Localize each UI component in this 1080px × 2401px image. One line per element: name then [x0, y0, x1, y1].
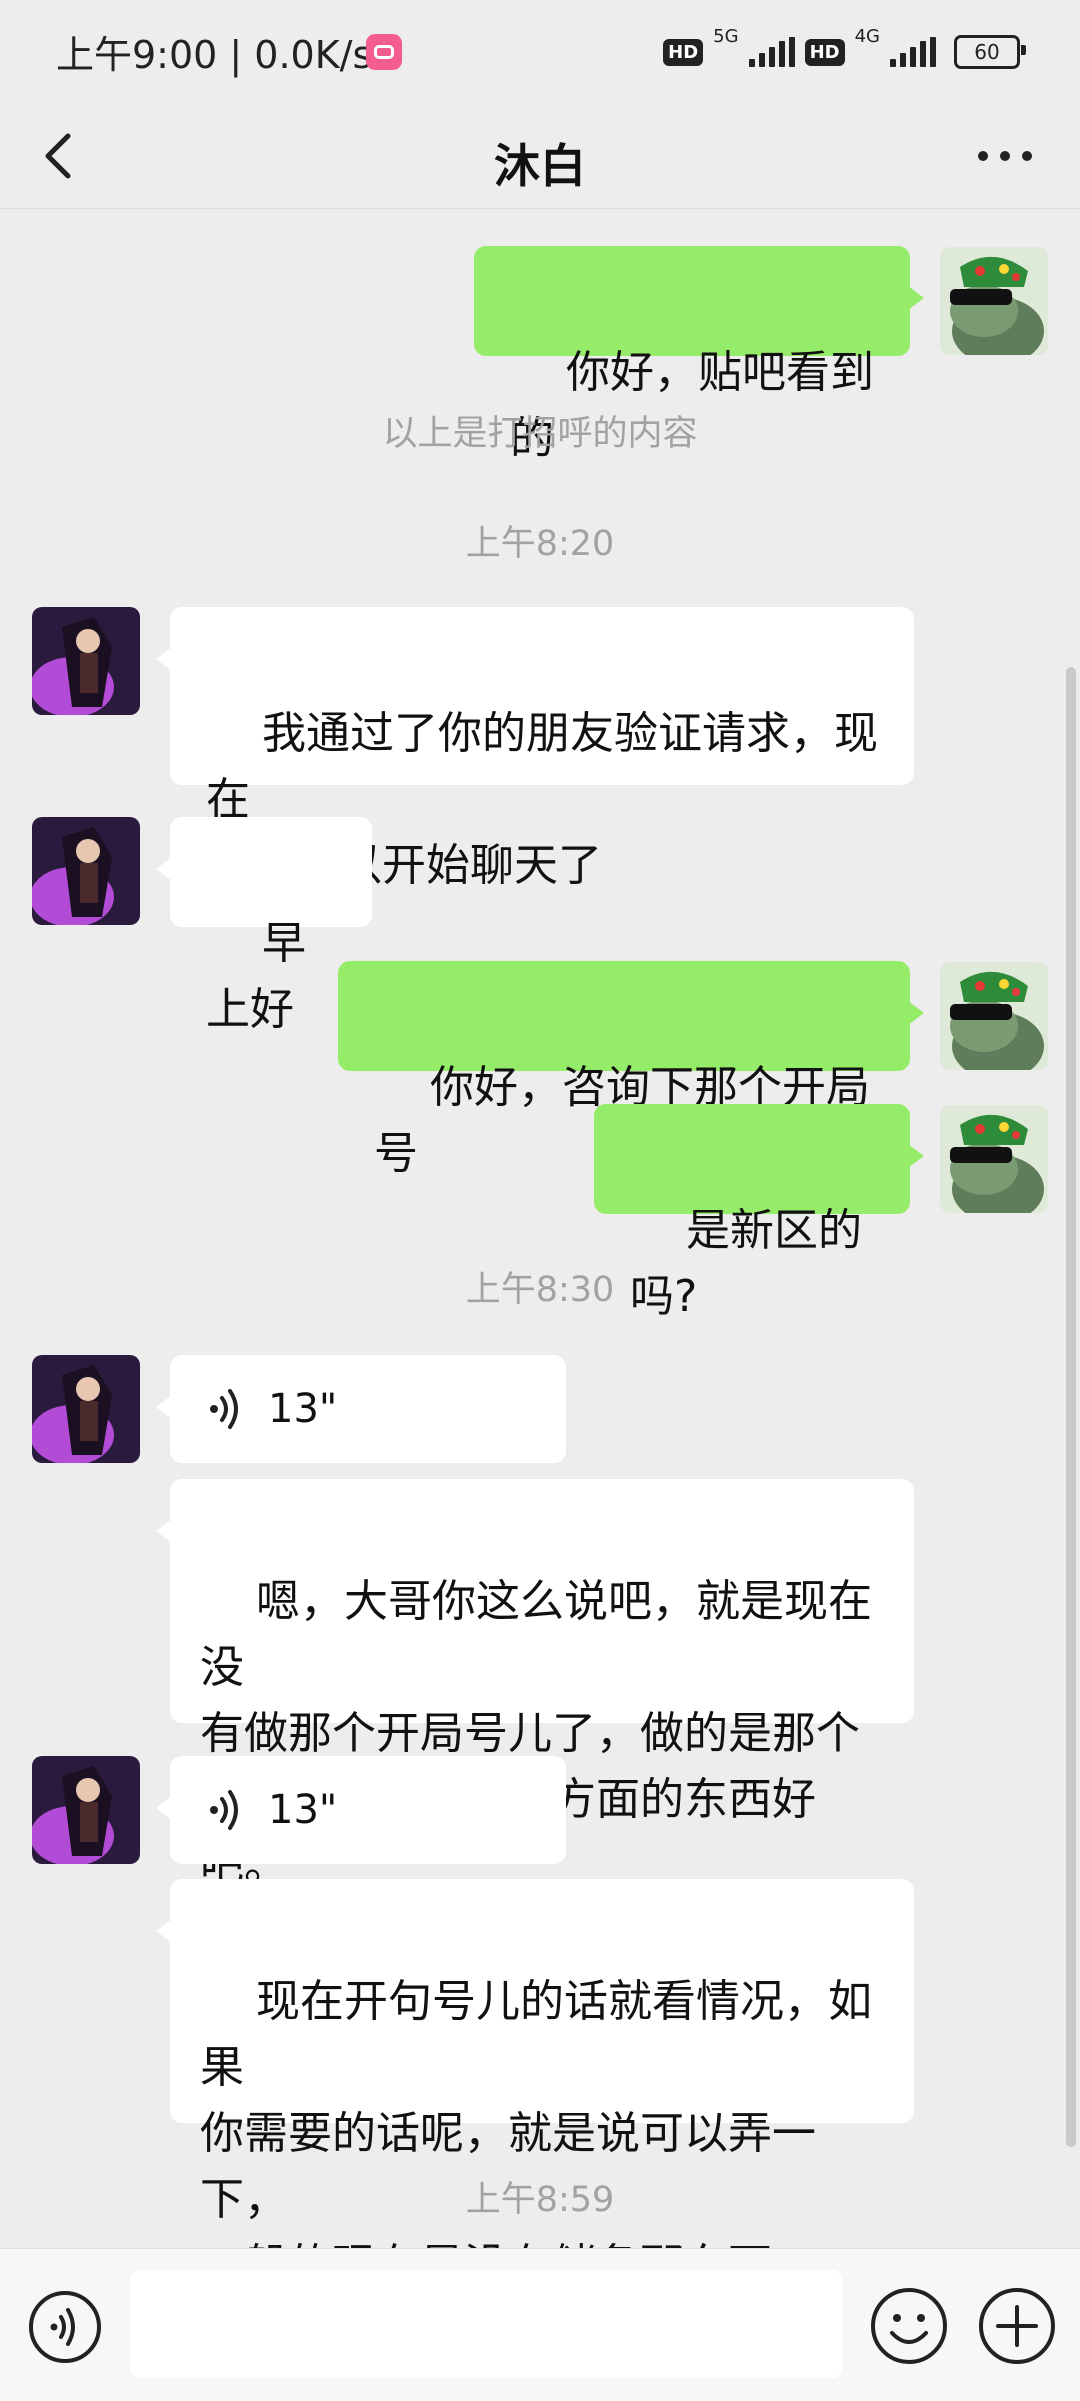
- battery-level: 60: [974, 40, 1000, 64]
- outgoing-message[interactable]: 是新区的吗?: [594, 1104, 924, 1322]
- voice-transcript[interactable]: 嗯，大哥你这么说吧，就是现在没 有做那个开局号儿了，做的是那个 跟充值方充值优惠…: [156, 1479, 914, 1891]
- my-avatar[interactable]: [940, 247, 1048, 355]
- contact-avatar[interactable]: [32, 1355, 140, 1463]
- voice-message[interactable]: 13": [156, 1756, 566, 1864]
- chat-header: 沐白: [0, 104, 1080, 209]
- voice-wave-icon: [210, 1790, 238, 1830]
- incoming-message[interactable]: 早上好: [156, 817, 372, 1035]
- voice-transcript[interactable]: 现在开句号儿的话就看情况，如果 你需要的话呢，就是说可以弄一下， 一般的现在是没…: [156, 1879, 914, 2291]
- status-bar: 上午9:00 | 0.0K/s HD 5G HD 4G 60: [0, 0, 1080, 104]
- status-indicators: HD 5G HD 4G 60: [663, 26, 1026, 74]
- voice-duration: 13": [268, 1787, 338, 1833]
- voice-wave-icon: [210, 1389, 238, 1429]
- signal-bars-icon-2: [890, 37, 936, 67]
- my-avatar[interactable]: [940, 1105, 1048, 1213]
- message-input[interactable]: [130, 2270, 842, 2378]
- contact-avatar[interactable]: [32, 817, 140, 925]
- message-text: 现在开句号儿的话就看情况，如果 你需要的话呢，就是说可以弄一下， 一般的现在是没…: [200, 1976, 872, 2291]
- message-list[interactable]: 你好，贴吧看到的 以上是打招呼的内容 上午8:20 我通过了你的朋友验证请求，现…: [0, 209, 1080, 2291]
- more-functions-plus-icon[interactable]: [976, 2285, 1058, 2367]
- chat-title: 沐白: [494, 139, 586, 193]
- signal-bars-icon: [748, 37, 795, 67]
- timestamp: 上午8:59: [465, 2180, 615, 2220]
- timestamp: 上午8:30: [465, 1270, 615, 1310]
- hd-badge-2: HD: [804, 38, 845, 66]
- timestamp: 上午8:20: [465, 524, 615, 564]
- contact-avatar[interactable]: [32, 607, 140, 715]
- battery-icon: 60: [954, 35, 1026, 69]
- incoming-message[interactable]: 我通过了你的朋友验证请求，现在 我们可以开始聊天了: [156, 607, 914, 891]
- voice-input-toggle-icon[interactable]: [26, 2288, 104, 2366]
- message-text: 早上好: [206, 918, 306, 1035]
- contact-avatar[interactable]: [32, 1756, 140, 1864]
- outgoing-message[interactable]: 你好，咨询下那个开局号: [338, 961, 924, 1179]
- voice-duration: 13": [268, 1386, 338, 1432]
- scrollbar[interactable]: [1066, 667, 1076, 2147]
- emoji-icon[interactable]: [868, 2285, 950, 2367]
- input-bar: [0, 2248, 1080, 2401]
- voice-message[interactable]: 13": [156, 1355, 566, 1463]
- bilibili-notification-icon: [366, 34, 402, 70]
- network-type: 5G: [713, 26, 739, 47]
- more-options-icon[interactable]: [970, 126, 1040, 186]
- network-type-2: 4G: [854, 26, 880, 47]
- outgoing-message[interactable]: 你好，贴吧看到的: [474, 246, 924, 464]
- status-time-speed: 上午9:00 | 0.0K/s: [56, 33, 373, 77]
- greeting-note: 以上是打招呼的内容: [382, 414, 698, 454]
- my-avatar[interactable]: [940, 962, 1048, 1070]
- hd-badge: HD: [663, 38, 704, 66]
